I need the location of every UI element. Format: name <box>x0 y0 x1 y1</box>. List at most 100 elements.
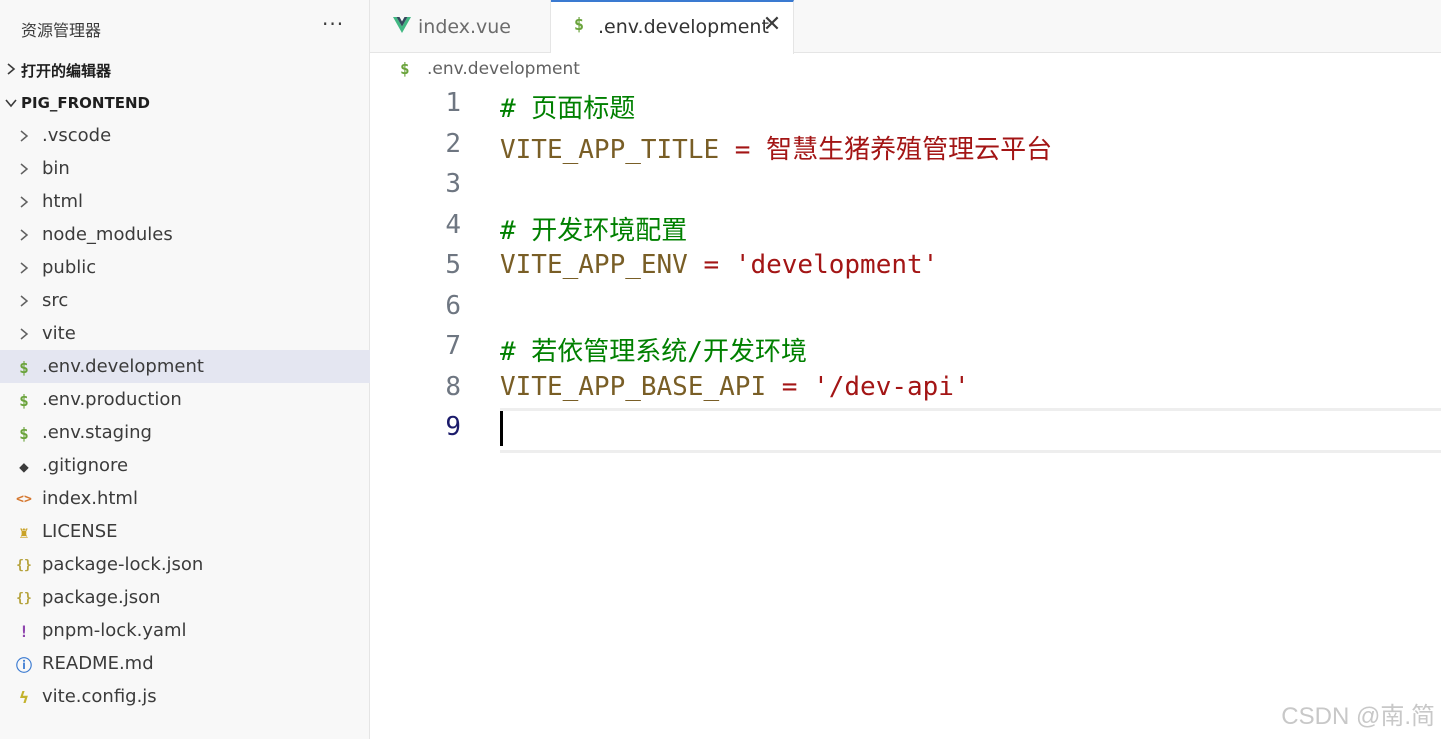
code-token-op: = <box>766 371 814 402</box>
tree-item[interactable]: bin <box>0 152 370 185</box>
tree-item-label: .vscode <box>42 125 112 146</box>
chevron-right-icon <box>13 191 35 213</box>
tree-item-label: vite <box>42 323 76 344</box>
tab-index-vue[interactable]: index.vue <box>370 0 551 53</box>
line-content: # 页面标题 <box>500 88 635 125</box>
line-number: 4 <box>445 209 461 240</box>
tree-item-label: bin <box>42 158 70 179</box>
json-icon: {} <box>16 590 32 606</box>
info-icon: ⓘ <box>15 656 32 675</box>
code-line[interactable]: 2 VITE_APP_TITLE = 智慧生猪养殖管理云平台 <box>370 127 1441 168</box>
tab-env-development[interactable]: $ .env.development ✕ <box>551 0 794 54</box>
explorer-sidebar: 资源管理器 ··· 打开的编辑器 PIG_FRONTEND .vscode bin… <box>0 0 370 739</box>
tree-item[interactable]: {} package-lock.json <box>0 548 370 581</box>
tab-label: index.vue <box>418 16 511 38</box>
open-editors-section[interactable]: 打开的编辑器 <box>0 55 370 85</box>
code-token-key: VITE_APP_TITLE <box>500 134 720 165</box>
dollar-icon: $ <box>19 423 29 443</box>
tree-item[interactable]: $ .env.staging <box>0 416 370 449</box>
tree-item-label: package-lock.json <box>42 554 204 575</box>
line-number: 1 <box>445 88 461 118</box>
code-line[interactable]: 9 <box>370 408 1441 452</box>
project-section[interactable]: PIG_FRONTEND <box>0 89 370 119</box>
line-number: 2 <box>445 128 461 159</box>
dollar-icon: $ <box>19 357 29 377</box>
code-token-comment: # 页面标题 <box>500 94 636 124</box>
tree-item[interactable]: ♜ LICENSE <box>0 515 370 548</box>
tree-item[interactable]: ⓘ README.md <box>0 647 370 680</box>
file-tree: .vscode bin html node_modulespublic src vite $… <box>0 119 370 713</box>
tree-item[interactable]: html <box>0 185 370 218</box>
tree-item[interactable]: $ .env.development <box>0 350 370 383</box>
tree-item[interactable]: $ .env.production <box>0 383 370 416</box>
tree-item[interactable]: node_modules <box>0 218 370 251</box>
line-content: VITE_APP_TITLE = 智慧生猪养殖管理云平台 <box>500 129 1052 166</box>
tree-item-label: html <box>42 191 84 212</box>
dollar-icon: $ <box>573 15 585 35</box>
tree-item[interactable]: ◆ .gitignore <box>0 449 370 482</box>
tree-item[interactable]: vite <box>0 317 370 350</box>
code-line[interactable]: 5 VITE_APP_ENV = 'development' <box>370 248 1441 289</box>
chevron-down-icon <box>5 99 17 108</box>
tree-item[interactable]: public <box>0 251 370 284</box>
code-token-comment: # 开发环境配置 <box>500 215 688 246</box>
line-content: # 开发环境配置 <box>500 210 687 247</box>
tree-item[interactable]: src <box>0 284 370 317</box>
line-number: 9 <box>445 412 461 442</box>
vite-icon: ϟ <box>19 687 29 707</box>
code-token-comment: # 若依管理系统/开发环境 <box>500 337 807 367</box>
code-line[interactable]: 7 # 若依管理系统/开发环境 <box>370 329 1441 370</box>
vue-icon <box>393 16 411 34</box>
code-line[interactable]: 6 <box>370 289 1441 330</box>
license-icon: ♜ <box>19 522 29 542</box>
code-token-key: VITE_APP_ENV <box>500 250 688 280</box>
tree-item-label: .env.production <box>42 389 182 410</box>
code-line[interactable]: 3 <box>370 167 1441 208</box>
line-content: VITE_APP_BASE_API = '/dev-api' <box>500 372 970 402</box>
dollar-icon: $ <box>19 390 29 410</box>
line-content: VITE_APP_ENV = 'development' <box>500 250 938 280</box>
line-number: 3 <box>445 169 461 199</box>
line-content: # 若依管理系统/开发环境 <box>500 331 807 368</box>
tree-item-label: src <box>42 290 69 311</box>
text-cursor <box>500 410 503 446</box>
yaml-icon: ! <box>19 621 29 641</box>
chevron-right-icon <box>13 257 35 279</box>
editor-tab-bar: index.vue $ .env.development ✕ <box>370 0 1441 54</box>
code-token-key: VITE_APP_BASE_API <box>500 371 767 402</box>
tree-item[interactable]: <> index.html <box>0 482 370 515</box>
line-number: 6 <box>445 290 461 321</box>
line-number: 7 <box>445 331 461 361</box>
tree-item-label: .env.staging <box>42 422 152 443</box>
tree-item-label: package.json <box>42 587 161 608</box>
breadcrumb-file[interactable]: .env.development <box>427 59 580 79</box>
more-actions-icon[interactable]: ··· <box>322 12 344 36</box>
tree-item-label: .env.development <box>42 356 204 377</box>
tree-item[interactable]: ! pnpm-lock.yaml <box>0 614 370 647</box>
chevron-right-icon <box>13 224 35 246</box>
code-editor[interactable]: 1 # 页面标题 2 VITE_APP_TITLE = 智慧生猪养殖管理云平台 3 4 # … <box>370 86 1441 452</box>
chevron-right-icon <box>13 323 35 345</box>
tree-item-label: README.md <box>42 653 154 674</box>
code-line[interactable]: 4 # 开发环境配置 <box>370 208 1441 249</box>
chevron-right-icon <box>13 158 35 180</box>
tree-item-label: pnpm-lock.yaml <box>42 620 187 641</box>
tree-item-label: LICENSE <box>42 521 118 542</box>
html-icon: <> <box>16 491 32 507</box>
line-number: 5 <box>445 250 461 280</box>
code-token-str: '/dev-api' <box>813 371 970 402</box>
chevron-right-icon <box>7 63 16 75</box>
dollar-icon: $ <box>400 59 410 78</box>
code-line[interactable]: 1 # 页面标题 <box>370 86 1441 127</box>
tree-item-label: node_modules <box>42 224 173 245</box>
tree-item-label: index.html <box>42 488 138 509</box>
tree-item[interactable]: .vscode <box>0 119 370 152</box>
chevron-right-icon <box>13 290 35 312</box>
git-icon: ◆ <box>19 456 29 476</box>
tree-item[interactable]: ϟ vite.config.js <box>0 680 370 713</box>
close-icon[interactable]: ✕ <box>761 14 783 36</box>
open-editors-label: 打开的编辑器 <box>21 62 112 80</box>
tree-item[interactable]: {} package.json <box>0 581 370 614</box>
code-line[interactable]: 8 VITE_APP_BASE_API = '/dev-api' <box>370 370 1441 411</box>
json-icon: {} <box>16 557 32 573</box>
